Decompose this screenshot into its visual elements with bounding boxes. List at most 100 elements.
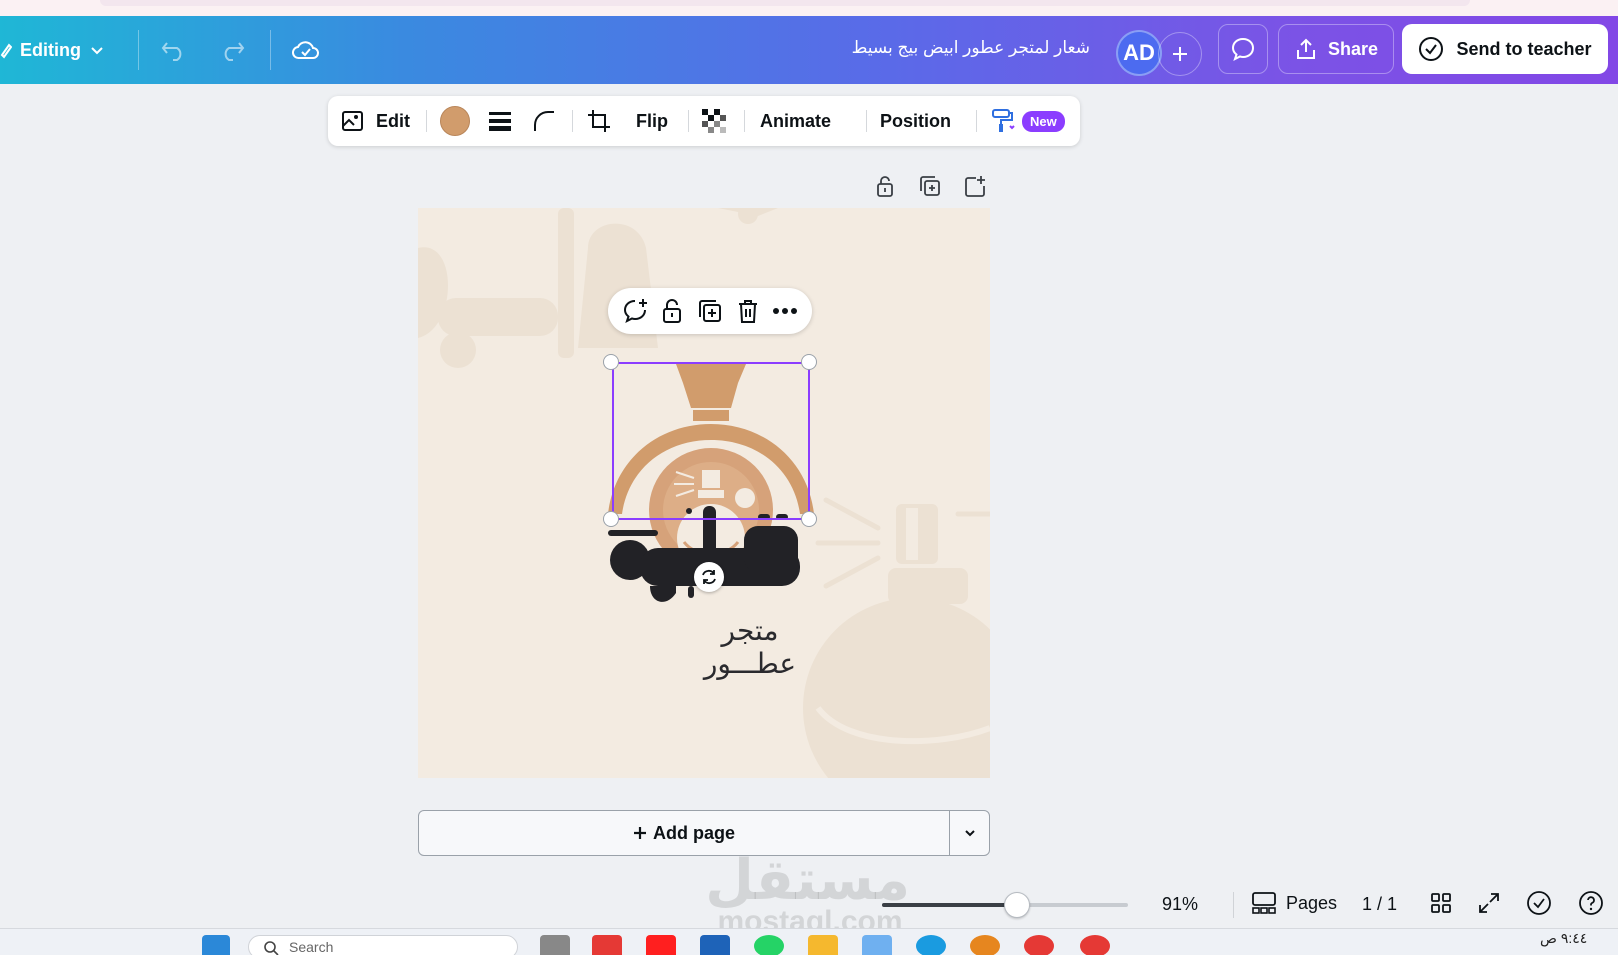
edit-label: Edit — [376, 110, 410, 131]
news-app-icon[interactable] — [592, 935, 622, 955]
search-icon — [264, 941, 279, 955]
lock-element-button[interactable] — [656, 295, 688, 327]
delete-element-button[interactable] — [732, 295, 764, 327]
comments-button[interactable] — [1218, 24, 1268, 74]
cloud-save-button[interactable] — [288, 32, 324, 68]
lock-icon — [877, 176, 893, 197]
expand-icon — [1479, 893, 1499, 913]
crop-button[interactable] — [586, 96, 612, 146]
chrome-profile-icon[interactable] — [1024, 935, 1054, 955]
avatar[interactable]: AD — [1116, 30, 1162, 76]
logo-subtitle-text[interactable]: متجر عطـــور — [680, 614, 820, 680]
send-to-teacher-button[interactable]: Send to teacher — [1402, 24, 1608, 74]
add-comment-button[interactable] — [619, 295, 651, 327]
rounded-corner-icon — [534, 111, 554, 131]
edit-image-button[interactable]: Edit — [340, 96, 410, 146]
check-circle-icon — [1419, 37, 1444, 61]
lock-page-button[interactable] — [871, 172, 899, 200]
help-icon — [1579, 891, 1603, 915]
undo-button[interactable] — [156, 32, 192, 68]
duplicate-element-button[interactable] — [694, 295, 726, 327]
document-title[interactable]: شعار لمتجر عطور ابيض بيج بسيط — [820, 38, 1090, 58]
grid-icon — [1431, 893, 1451, 913]
selection-box[interactable] — [612, 362, 810, 520]
redo-icon — [224, 42, 245, 61]
whatsapp-icon[interactable] — [754, 935, 784, 955]
duplicate-icon — [698, 300, 721, 322]
trash-icon — [738, 300, 757, 323]
photos-icon[interactable] — [862, 935, 892, 955]
corner-rounding-button[interactable] — [532, 96, 556, 146]
position-label: Position — [880, 110, 951, 131]
chevron-down-icon — [91, 47, 103, 55]
upload-share-icon — [1296, 38, 1315, 59]
comment-icon — [1231, 37, 1255, 61]
youtube-icon[interactable] — [646, 935, 676, 955]
resize-handle-bottom-right[interactable] — [801, 511, 817, 527]
color-swatch-button[interactable] — [440, 96, 470, 146]
windows-start-icon[interactable] — [202, 935, 230, 955]
flip-label: Flip — [636, 110, 668, 131]
edge-icon[interactable] — [916, 935, 946, 955]
rotate-handle[interactable] — [694, 562, 724, 592]
image-edit-icon — [342, 111, 363, 131]
check-circle-icon — [1527, 891, 1551, 915]
animate-button[interactable]: Animate — [760, 96, 831, 146]
toolbar-divider — [688, 110, 689, 132]
media-player-icon[interactable] — [970, 935, 1000, 955]
os-taskbar: Search ٩:٤٤ ص — [0, 928, 1618, 955]
flip-button[interactable]: Flip — [636, 96, 668, 146]
pencil-icon — [0, 43, 12, 59]
share-label: Share — [1327, 38, 1379, 59]
help-button[interactable] — [1578, 890, 1604, 916]
position-button[interactable]: Position — [880, 96, 951, 146]
add-page-dropdown[interactable] — [950, 811, 990, 855]
plus-icon — [1173, 47, 1187, 61]
lock-icon — [663, 299, 682, 323]
rotate-icon — [702, 569, 716, 585]
border-style-button[interactable] — [488, 96, 512, 146]
store-icon[interactable] — [700, 935, 730, 955]
pages-button[interactable]: Pages — [1252, 892, 1337, 914]
chrome-icon[interactable] — [1080, 935, 1110, 955]
transparency-button[interactable] — [702, 96, 726, 146]
zoom-slider-thumb[interactable] — [1004, 892, 1031, 918]
transparency-checker-icon — [702, 109, 726, 133]
toolbar-divider — [572, 110, 573, 132]
zoom-percentage[interactable]: 91% — [1162, 894, 1198, 915]
share-button[interactable]: Share — [1278, 24, 1394, 74]
browser-tab-pill — [100, 0, 1470, 6]
toolbar-divider — [976, 110, 977, 132]
resize-handle-top-right[interactable] — [801, 354, 817, 370]
toolbar-divider — [866, 110, 867, 132]
chevron-down-icon — [965, 830, 975, 837]
border-weight-icon — [489, 112, 511, 131]
folder-icon[interactable] — [808, 935, 838, 955]
redo-button[interactable] — [214, 32, 250, 68]
taskbar-clock[interactable]: ٩:٤٤ ص — [1540, 930, 1587, 947]
resize-handle-bottom-left[interactable] — [603, 511, 619, 527]
plus-icon — [633, 827, 646, 839]
add-page-button-small[interactable] — [961, 172, 989, 200]
more-options-button[interactable] — [769, 295, 801, 327]
copy-style-button[interactable]: New — [990, 96, 1065, 146]
cloud-check-icon — [292, 41, 319, 59]
grid-view-button[interactable] — [1430, 892, 1452, 914]
image-edit-toolbar: Edit Flip Animate Position New — [328, 96, 1080, 146]
fullscreen-button[interactable] — [1478, 892, 1500, 914]
check-design-button[interactable] — [1526, 890, 1552, 916]
zoom-label: 91% — [1162, 894, 1199, 914]
invite-button[interactable] — [1158, 32, 1202, 76]
duplicate-icon — [920, 176, 940, 196]
duplicate-page-button[interactable] — [916, 172, 944, 200]
taskbar-search-input[interactable]: Search — [248, 935, 518, 955]
add-page-label: Add page — [652, 822, 735, 843]
file-app-icon[interactable] — [540, 935, 570, 955]
paint-roller-icon — [992, 109, 1015, 132]
resize-handle-top-left[interactable] — [603, 354, 619, 370]
page-count-text: 1 / 1 — [1362, 894, 1398, 914]
element-actions-toolbar — [608, 288, 812, 334]
editing-mode-menu[interactable]: Editing — [0, 34, 105, 66]
undo-icon — [161, 42, 182, 61]
page-counter: 1 / 1 — [1362, 894, 1397, 915]
